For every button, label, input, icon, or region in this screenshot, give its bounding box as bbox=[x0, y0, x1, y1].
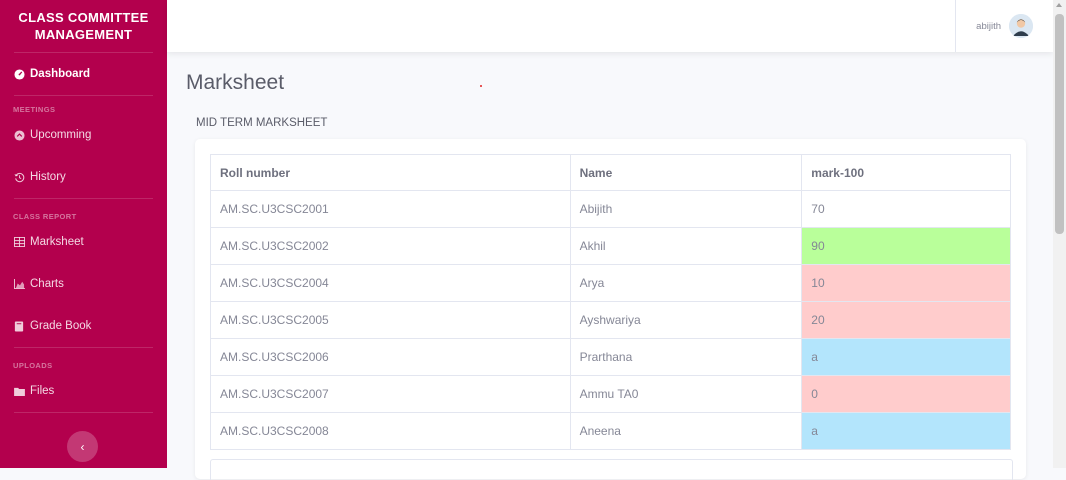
page-scrollbar[interactable] bbox=[1053, 0, 1066, 468]
roll-cell: AM.SC.U3CSC2001 bbox=[210, 190, 571, 228]
scroll-thumb[interactable] bbox=[1055, 14, 1064, 234]
page-title: Marksheet bbox=[186, 71, 285, 94]
table-row: AM.SC.U3CSC2001 Abijith 70 bbox=[210, 190, 1011, 228]
header-roll-number: Roll number bbox=[210, 154, 571, 191]
table-row: AM.SC.U3CSC2004 Arya 10 bbox=[210, 264, 1011, 302]
user-name: abijith bbox=[976, 20, 1001, 32]
header-name: Name bbox=[569, 154, 803, 191]
sidebar-item-label: Dashboard bbox=[30, 68, 91, 80]
brand-title[interactable]: CLASS COMMITTEE MANAGEMENT bbox=[0, 0, 167, 52]
brand-line-2: MANAGEMENT bbox=[34, 27, 133, 42]
table-row: AM.SC.U3CSC2007 Ammu TA0 0 bbox=[210, 375, 1011, 413]
sidebar-item-label: Files bbox=[30, 385, 55, 397]
mark-cell: 10 bbox=[801, 264, 1011, 302]
sidebar-heading-uploads: UPLOADS bbox=[13, 361, 53, 370]
mark-cell: 90 bbox=[801, 227, 1011, 265]
sidebar-item-upcomming[interactable]: Upcomming bbox=[0, 114, 167, 156]
sidebar-heading-meetings: MEETINGS bbox=[13, 105, 56, 114]
roll-cell: AM.SC.U3CSC2008 bbox=[210, 412, 571, 450]
table-row: AM.SC.U3CSC2002 Akhil 90 bbox=[210, 227, 1011, 265]
name-cell: Akhil bbox=[569, 227, 803, 265]
sidebar-item-dashboard[interactable]: Dashboard bbox=[0, 53, 167, 95]
roll-cell: AM.SC.U3CSC2005 bbox=[210, 301, 571, 339]
name-cell: Ammu TA0 bbox=[569, 375, 803, 413]
avatar[interactable] bbox=[1009, 14, 1033, 38]
sidebar-item-label: Charts bbox=[30, 278, 64, 290]
sidebar-item-history[interactable]: History bbox=[0, 156, 167, 198]
folder-icon bbox=[13, 385, 25, 397]
table-header-row: Roll number Name mark-100 bbox=[210, 154, 1011, 191]
roll-cell: AM.SC.U3CSC2006 bbox=[210, 338, 571, 376]
table-row: AM.SC.U3CSC2008 Aneena a bbox=[210, 412, 1011, 450]
mark-cell: 70 bbox=[801, 190, 1011, 228]
table-row: AM.SC.U3CSC2005 Ayshwariya 20 bbox=[210, 301, 1011, 339]
mark-cell: 20 bbox=[801, 301, 1011, 339]
name-cell: Arya bbox=[569, 264, 803, 302]
sidebar-item-charts[interactable]: Charts bbox=[0, 263, 167, 305]
table-row: AM.SC.U3CSC2006 Prarthana a bbox=[210, 338, 1011, 376]
roll-cell: AM.SC.U3CSC2002 bbox=[210, 227, 571, 265]
mark-cell: a bbox=[801, 412, 1011, 450]
header-mark: mark-100 bbox=[801, 154, 1011, 191]
sidebar-heading-class-report: CLASS REPORT bbox=[13, 212, 77, 221]
name-cell: Abijith bbox=[569, 190, 803, 228]
sidebar-item-grade-book[interactable]: Grade Book bbox=[0, 305, 167, 347]
sidebar-item-marksheet[interactable]: Marksheet bbox=[0, 221, 167, 263]
scroll-up-arrow-icon[interactable] bbox=[1056, 3, 1062, 7]
next-card-edge bbox=[210, 459, 1013, 480]
mark-cell: a bbox=[801, 338, 1011, 376]
decorative-dot bbox=[480, 85, 482, 87]
brand-line-1: CLASS COMMITTEE bbox=[18, 10, 149, 25]
sidebar-item-label: Marksheet bbox=[30, 236, 84, 248]
name-cell: Aneena bbox=[569, 412, 803, 450]
circle-chevron-up-icon bbox=[13, 129, 25, 141]
roll-cell: AM.SC.U3CSC2004 bbox=[210, 264, 571, 302]
sidebar-item-label: History bbox=[30, 171, 66, 183]
sidebar-item-label: Grade Book bbox=[30, 320, 92, 332]
roll-cell: AM.SC.U3CSC2007 bbox=[210, 375, 571, 413]
sidebar-divider bbox=[14, 412, 153, 413]
chart-area-icon bbox=[13, 278, 25, 290]
name-cell: Prarthana bbox=[569, 338, 803, 376]
history-icon bbox=[13, 171, 25, 183]
name-cell: Ayshwariya bbox=[569, 301, 803, 339]
mark-cell: 0 bbox=[801, 375, 1011, 413]
user-dropdown[interactable]: abijith bbox=[955, 0, 1033, 52]
sidebar: CLASS COMMITTEE MANAGEMENT Dashboard MEET… bbox=[0, 0, 167, 468]
marksheet-card: Roll number Name mark-100 AM.SC.U3CSC200… bbox=[195, 139, 1026, 480]
dashboard-gauge-icon bbox=[13, 68, 25, 80]
sidebar-toggle-button[interactable]: ‹ bbox=[67, 431, 98, 462]
topbar: abijith bbox=[167, 0, 1053, 52]
table-icon bbox=[13, 236, 25, 248]
chevron-left-icon: ‹ bbox=[80, 439, 85, 454]
sidebar-item-files[interactable]: Files bbox=[0, 370, 167, 412]
book-icon bbox=[13, 320, 25, 332]
section-title: MID TERM MARKSHEET bbox=[196, 117, 328, 129]
marksheet-table: Roll number Name mark-100 AM.SC.U3CSC200… bbox=[210, 154, 1011, 450]
sidebar-item-label: Upcomming bbox=[30, 129, 92, 141]
